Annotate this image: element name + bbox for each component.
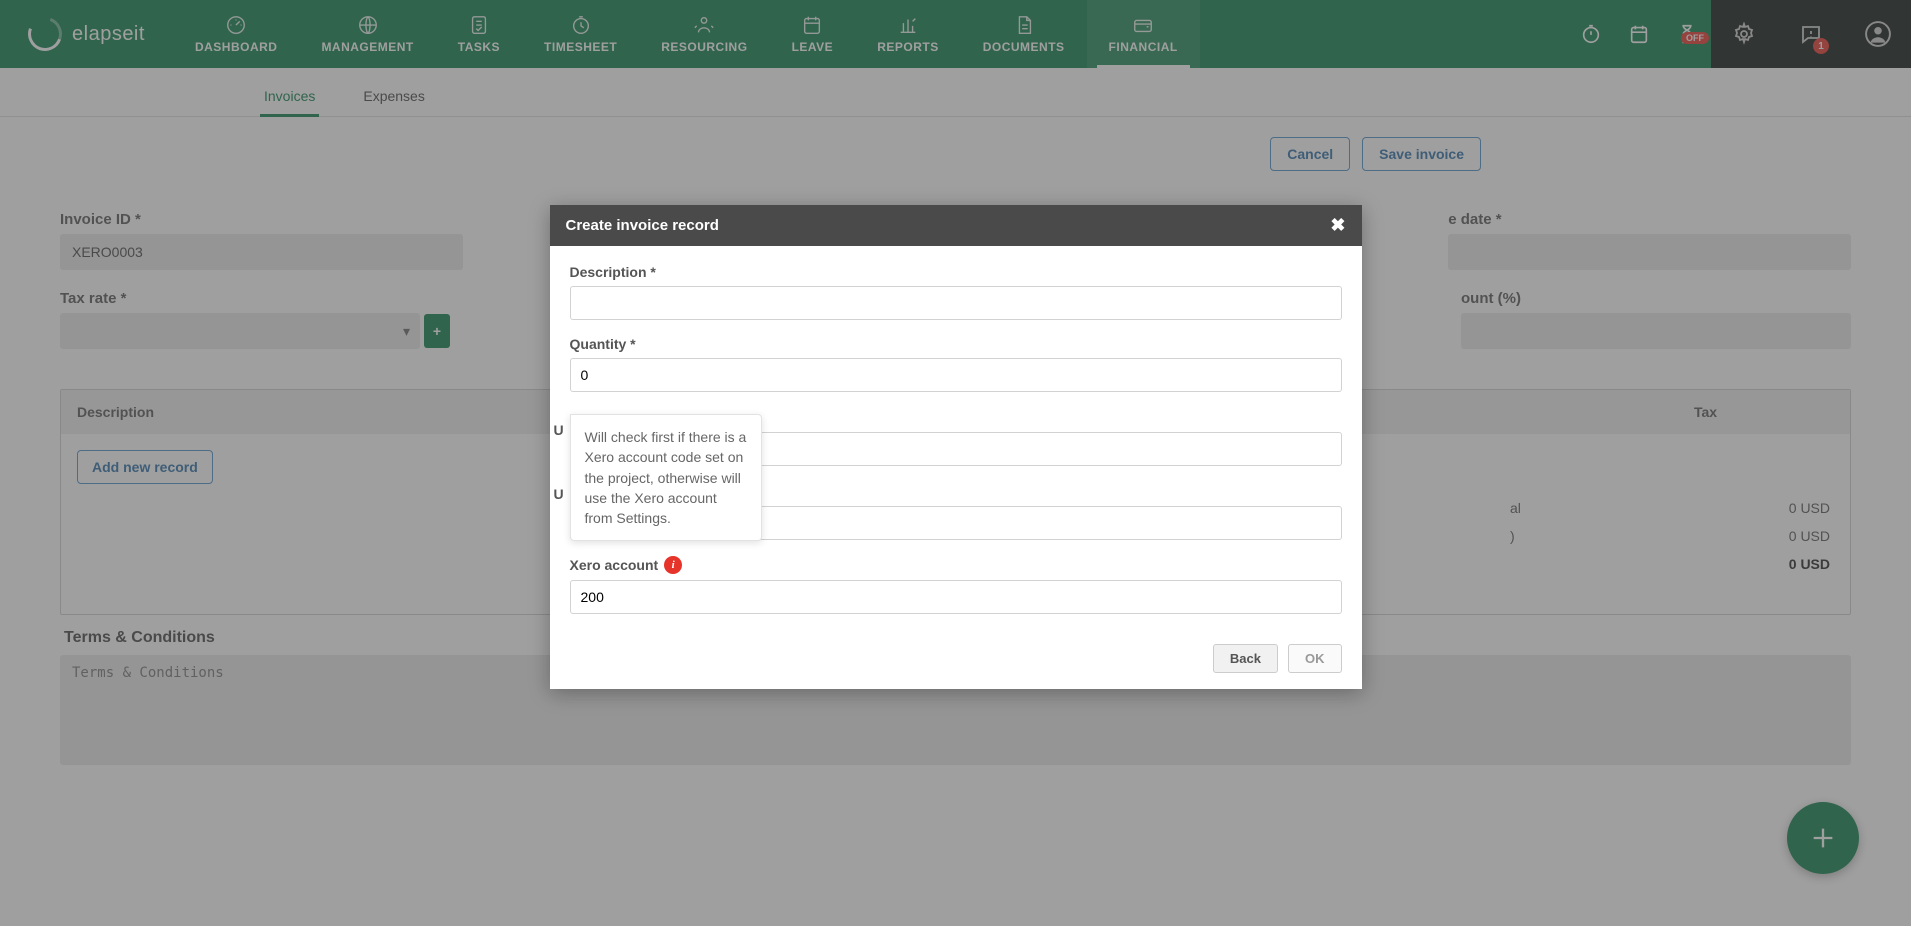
modal-title: Create invoice record bbox=[566, 217, 719, 234]
description-label: Description * bbox=[570, 264, 1342, 280]
quantity-input[interactable] bbox=[570, 358, 1342, 392]
u2-label-partial: U bbox=[554, 486, 564, 502]
xero-account-label: Xero account i bbox=[570, 556, 1342, 574]
back-button[interactable]: Back bbox=[1213, 644, 1278, 673]
modal-overlay[interactable]: Create invoice record ✖ Description * Qu… bbox=[0, 0, 1911, 926]
u1-label-partial: U bbox=[554, 422, 564, 438]
modal-body: Description * Quantity * Xero account i bbox=[550, 246, 1362, 644]
modal-header: Create invoice record ✖ bbox=[550, 205, 1362, 246]
xero-tooltip: Will check first if there is a Xero acco… bbox=[570, 414, 762, 541]
field-description: Description * bbox=[570, 264, 1342, 320]
modal-footer: Back OK bbox=[550, 644, 1362, 689]
modal-close-button[interactable]: ✖ bbox=[1330, 215, 1345, 236]
info-icon[interactable]: i bbox=[664, 556, 682, 574]
create-invoice-record-modal: Create invoice record ✖ Description * Qu… bbox=[550, 205, 1362, 689]
description-input[interactable] bbox=[570, 286, 1342, 320]
field-xero-account: Xero account i bbox=[570, 556, 1342, 614]
xero-account-input[interactable] bbox=[570, 580, 1342, 614]
field-quantity: Quantity * bbox=[570, 336, 1342, 392]
quantity-label: Quantity * bbox=[570, 336, 1342, 352]
ok-button[interactable]: OK bbox=[1288, 644, 1342, 673]
